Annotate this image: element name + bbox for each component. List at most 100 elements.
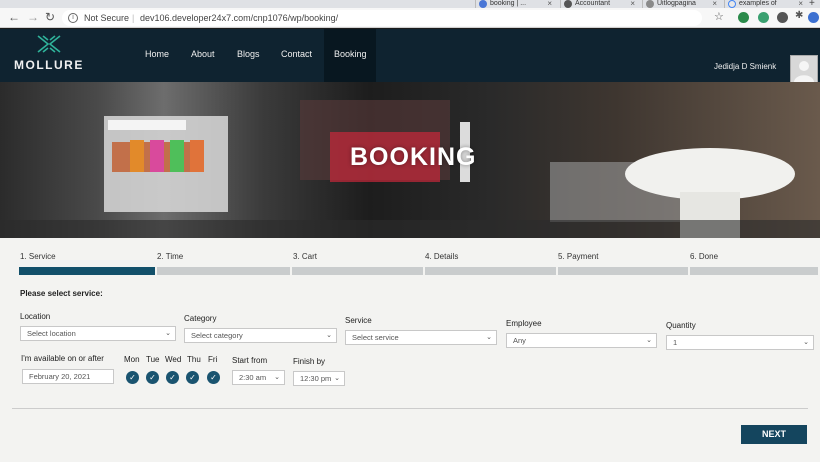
nav-about[interactable]: About	[191, 49, 215, 59]
check-fri-icon[interactable]: ✓	[207, 371, 220, 384]
service-select-value: Select service	[352, 333, 399, 342]
finish-time-value: 12:30 pm	[300, 374, 332, 383]
category-label: Category	[184, 314, 217, 323]
browser-tab[interactable]: examples of ×	[724, 0, 806, 8]
check-tue-icon[interactable]: ✓	[146, 371, 159, 384]
address-bar[interactable]: i Not Secure | dev106.developer24x7.com/…	[62, 10, 702, 26]
extension-icon[interactable]	[738, 12, 749, 23]
service-select[interactable]: Select service ⌄	[345, 330, 497, 345]
extension-icon[interactable]	[758, 12, 769, 23]
site-header: MOLLURE Home About Blogs Contact Booking…	[0, 29, 820, 83]
chevron-down-icon: ⌄	[165, 330, 171, 337]
nav-booking[interactable]: Booking	[334, 49, 367, 59]
tab-favicon-icon	[564, 0, 572, 8]
chevron-down-icon: ⌄	[803, 339, 809, 346]
logo-text[interactable]: MOLLURE	[14, 58, 84, 72]
day-label-fri: Fri	[208, 355, 218, 364]
date-input-value: February 20, 2021	[29, 372, 91, 381]
browser-tab[interactable]: Uitlogpagina ×	[642, 0, 720, 8]
browser-tab[interactable]: Accountant ×	[560, 0, 638, 8]
tab-label: Accountant	[575, 0, 611, 7]
employee-select[interactable]: Any ⌄	[506, 333, 657, 348]
step-payment[interactable]: 5. Payment	[558, 252, 598, 261]
url-text[interactable]: dev106.developer24x7.com/cnp1076/wp/book…	[140, 10, 338, 26]
step-progress-bar	[157, 267, 290, 275]
back-icon[interactable]: ←	[8, 10, 20, 24]
day-label-thu: Thu	[187, 355, 201, 364]
step-progress-bar	[19, 267, 155, 275]
nav-blogs[interactable]: Blogs	[237, 49, 260, 59]
step-progress-bar	[690, 267, 818, 275]
security-label: Not Secure	[84, 13, 130, 23]
location-select[interactable]: Select location ⌄	[20, 326, 176, 341]
tab-favicon-icon	[646, 0, 654, 8]
browser-tab[interactable]: booking | ... ×	[475, 0, 555, 8]
chevron-down-icon: ⌄	[646, 337, 652, 344]
step-service[interactable]: 1. Service	[20, 252, 56, 261]
quantity-select-value: 1	[673, 338, 678, 347]
availability-date-label: I'm available on or after	[21, 354, 104, 363]
hero-banner: BOOKING	[0, 82, 820, 238]
start-time-value: 2:30 am	[239, 373, 267, 382]
finish-time-select[interactable]: 12:30 pm ⌄	[293, 371, 345, 386]
step-progress-bar	[292, 267, 423, 275]
day-label-wed: Wed	[165, 355, 182, 364]
extension-icon[interactable]	[777, 12, 788, 23]
category-select[interactable]: Select category ⌄	[184, 328, 337, 343]
day-label-mon: Mon	[124, 355, 140, 364]
tab-label: examples of	[739, 0, 777, 7]
tab-favicon-icon	[479, 0, 487, 8]
location-label: Location	[20, 312, 51, 321]
avatar[interactable]	[790, 55, 818, 83]
chevron-down-icon: ⌄	[486, 334, 492, 341]
employee-select-value: Any	[513, 336, 526, 345]
form-divider	[12, 408, 808, 409]
step-time[interactable]: 2. Time	[157, 252, 183, 261]
start-from-label: Start from	[232, 356, 268, 365]
chevron-down-icon: ⌄	[274, 374, 280, 381]
step-progress-bar	[558, 267, 688, 275]
tab-label: booking | ...	[490, 0, 527, 7]
location-select-value: Select location	[27, 329, 76, 338]
check-mon-icon[interactable]: ✓	[126, 371, 139, 384]
chevron-down-icon: ⌄	[326, 332, 332, 339]
browser-toolbar: ← → ↻ i Not Secure | dev106.developer24x…	[0, 8, 820, 28]
nav-home[interactable]: Home	[145, 49, 169, 59]
booking-page: MOLLURE Home About Blogs Contact Booking…	[0, 29, 820, 462]
tab-label: Uitlogpagina	[657, 0, 696, 7]
google-icon	[728, 0, 736, 8]
next-button[interactable]: NEXT	[741, 425, 807, 444]
profile-icon[interactable]	[808, 12, 819, 23]
step-done[interactable]: 6. Done	[690, 252, 718, 261]
forward-icon[interactable]: →	[27, 10, 39, 24]
quantity-select[interactable]: 1 ⌄	[666, 335, 814, 350]
check-thu-icon[interactable]: ✓	[186, 371, 199, 384]
nav-contact[interactable]: Contact	[281, 49, 312, 59]
chevron-down-icon: ⌄	[334, 375, 340, 382]
category-select-value: Select category	[191, 331, 243, 340]
close-icon[interactable]: ×	[630, 0, 635, 8]
finish-by-label: Finish by	[293, 357, 326, 366]
check-wed-icon[interactable]: ✓	[166, 371, 179, 384]
quantity-label: Quantity	[666, 321, 696, 330]
user-icon	[794, 61, 814, 82]
logo-icon	[37, 35, 61, 53]
browser-tab-bar: booking | ... × Accountant × Uitlogpagin…	[0, 0, 820, 9]
step-cart[interactable]: 3. Cart	[293, 252, 317, 261]
puzzle-icon[interactable]: ✱	[795, 10, 803, 21]
star-icon[interactable]: ☆	[714, 10, 724, 23]
step-details[interactable]: 4. Details	[425, 252, 458, 261]
close-icon[interactable]: ×	[547, 0, 552, 8]
close-icon[interactable]: ×	[798, 0, 803, 8]
start-time-select[interactable]: 2:30 am ⌄	[232, 370, 285, 385]
user-name[interactable]: Jedidja D Smienk	[714, 62, 776, 71]
service-label: Service	[345, 316, 372, 325]
service-prompt: Please select service:	[20, 289, 103, 298]
info-icon[interactable]: i	[68, 13, 78, 23]
close-icon[interactable]: ×	[712, 0, 717, 8]
date-input[interactable]: February 20, 2021	[22, 369, 114, 384]
step-progress-bar	[425, 267, 556, 275]
employee-label: Employee	[506, 319, 542, 328]
reload-icon[interactable]: ↻	[45, 10, 55, 24]
page-title: BOOKING	[350, 143, 477, 171]
